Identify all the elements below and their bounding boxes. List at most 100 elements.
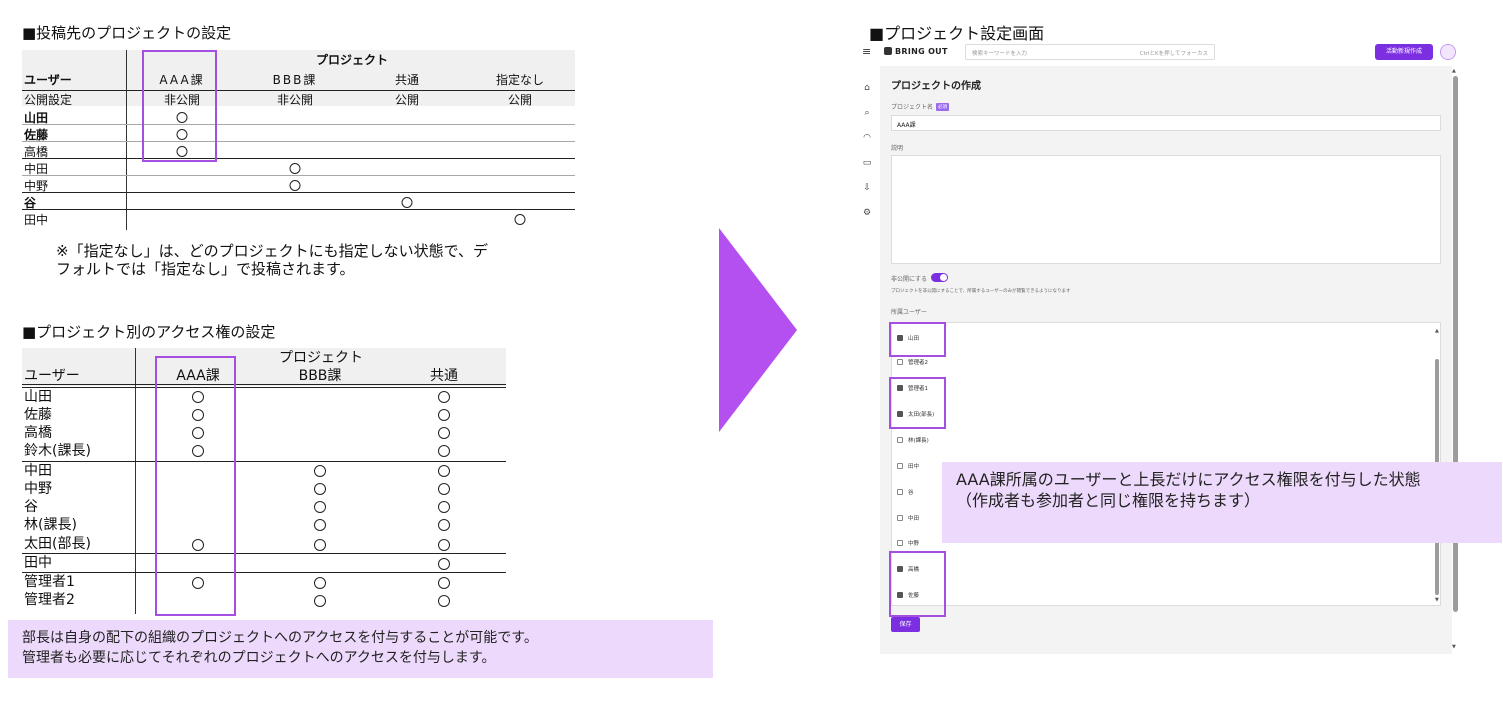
member-row[interactable]: 田中: [897, 462, 919, 470]
col-header-aaa: AAA課: [159, 73, 205, 87]
search-placeholder: 検索キーワードを入力: [972, 51, 1028, 57]
member-row[interactable]: 高橋: [897, 565, 919, 573]
settings-icon[interactable]: ⚙: [861, 207, 873, 219]
group-rule: [22, 461, 506, 462]
member-name: 林(課長): [908, 438, 929, 444]
checkbox-checked[interactable]: [897, 385, 903, 391]
scroll-up-arrow-icon[interactable]: ▲: [1452, 68, 1456, 74]
logo-mark-icon: [884, 47, 892, 55]
app-topbar: ≡ BRING OUT 検索キーワードを入力 CtrlとKを押してフォーカス 活…: [858, 42, 1461, 66]
access-mark: [314, 483, 326, 495]
list-scroll-down-icon[interactable]: ▼: [1435, 597, 1439, 603]
checkbox-checked[interactable]: [897, 566, 903, 572]
access-mark: [438, 465, 450, 477]
hamburger-menu-icon[interactable]: ≡: [862, 46, 872, 58]
section1-heading: ■投稿先のプロジェクトの設定: [22, 24, 232, 42]
scroll-down-arrow-icon[interactable]: ▼: [1452, 644, 1456, 650]
member-name: 太田(部長): [908, 412, 935, 418]
access-mark: [438, 427, 450, 439]
row-label: 鈴木(課長): [24, 443, 91, 459]
access-mark: [438, 445, 450, 457]
home-icon[interactable]: ⌂: [861, 82, 873, 94]
description-textarea[interactable]: [891, 155, 1441, 264]
checkbox-unchecked[interactable]: [897, 359, 903, 365]
member-name: 高橋: [908, 567, 920, 573]
private-toggle[interactable]: [931, 273, 948, 282]
member-row[interactable]: 中田: [897, 514, 919, 522]
access-mark: [314, 577, 326, 589]
row-label: 山田: [24, 111, 49, 125]
dashboard-icon[interactable]: ◠: [861, 132, 873, 144]
access-mark: [438, 577, 450, 589]
header-rule: [22, 387, 506, 388]
callout-line: （作成者も参加者と同じ権限を持ちます）: [956, 491, 1261, 510]
access-mark: [314, 465, 326, 477]
callout-line: 管理者も必要に応じてそれぞれのプロジェクトへのアクセスを付与します。: [22, 650, 496, 666]
private-toggle-label: 非公開にする: [891, 276, 928, 283]
access-mark: [314, 501, 326, 513]
group-rule: [22, 553, 506, 554]
checkbox-checked[interactable]: [897, 335, 903, 341]
checkbox-unchecked[interactable]: [897, 463, 903, 469]
checkbox-checked[interactable]: [897, 592, 903, 598]
access-mark: [314, 519, 326, 531]
row-rule: [22, 209, 575, 210]
row-label: 田中: [24, 555, 52, 571]
member-row[interactable]: 佐藤: [897, 591, 919, 599]
create-activity-button[interactable]: 活動新規作成: [1375, 44, 1433, 60]
member-row[interactable]: 管理者1: [897, 384, 928, 392]
list-scroll-up-icon[interactable]: ▲: [1435, 328, 1439, 334]
required-badge: 必須: [936, 103, 950, 111]
user-header: ユーザー: [24, 73, 72, 87]
access-mark: [314, 595, 326, 607]
access-mark: [176, 129, 188, 140]
row-label: 管理者2: [24, 592, 75, 608]
search-icon[interactable]: ⌕: [861, 107, 873, 119]
member-row[interactable]: 中野: [897, 539, 919, 547]
group-header: プロジェクト: [315, 53, 389, 67]
right-arrow-icon: [719, 228, 797, 432]
checkbox-unchecked[interactable]: [897, 489, 903, 495]
access-mark: [192, 409, 204, 421]
callout-line: 部長は自身の配下の組織のプロジェクトへのアクセスを付与することが可能です。: [22, 630, 538, 646]
checkbox-checked[interactable]: [897, 411, 903, 417]
user-header: ユーザー: [24, 368, 80, 384]
header-rule: [22, 384, 506, 385]
checkbox-unchecked[interactable]: [897, 515, 903, 521]
app-logo[interactable]: BRING OUT: [884, 47, 948, 56]
member-row[interactable]: 管理者2: [897, 358, 928, 366]
project-name-input[interactable]: AAA課: [891, 115, 1441, 131]
user-avatar[interactable]: [1440, 44, 1456, 60]
col-header-bbb: BBB課: [298, 368, 342, 384]
access-mark: [192, 445, 204, 457]
row-label: 中野: [24, 481, 52, 497]
row-label: 管理者1: [24, 574, 75, 590]
member-row[interactable]: 山田: [897, 334, 919, 342]
access-mark: [438, 391, 450, 403]
save-button[interactable]: 保存: [891, 617, 920, 632]
row-label: 中田: [24, 463, 52, 479]
col-header-bbb: BBB課: [272, 73, 318, 87]
section2-callout: 部長は自身の配下の組織のプロジェクトへのアクセスを付与することが可能です。 管理…: [8, 620, 713, 678]
download-icon[interactable]: ⇩: [861, 182, 873, 194]
access-mark: [192, 539, 204, 551]
project-name-label-text: プロジェクト名: [891, 104, 934, 111]
note-line: ※「指定なし」は、どのプロジェクトにも指定しない状態で、デ: [56, 242, 488, 260]
project-name-label: プロジェクト名 必須: [891, 102, 950, 111]
access-mark: [438, 501, 450, 513]
sidebar: ⌂ ⌕ ◠ ▭ ⇩ ⚙: [858, 66, 880, 654]
member-row[interactable]: 太田(部長): [897, 410, 934, 418]
col-header-aaa: AAA課: [176, 368, 220, 384]
row-label: 高橋: [24, 145, 49, 159]
row-label: 中野: [24, 179, 49, 193]
member-row[interactable]: 林(課長): [897, 436, 929, 444]
checkbox-unchecked[interactable]: [897, 437, 903, 443]
access-mark: [438, 595, 450, 607]
row-label: 高橋: [24, 425, 52, 441]
video-icon[interactable]: ▭: [861, 157, 873, 169]
member-row[interactable]: 谷: [897, 488, 914, 496]
row-rule: [22, 141, 575, 142]
search-input[interactable]: 検索キーワードを入力 CtrlとKを押してフォーカス: [965, 44, 1215, 60]
row-label: 田中: [24, 213, 49, 227]
checkbox-unchecked[interactable]: [897, 540, 903, 546]
